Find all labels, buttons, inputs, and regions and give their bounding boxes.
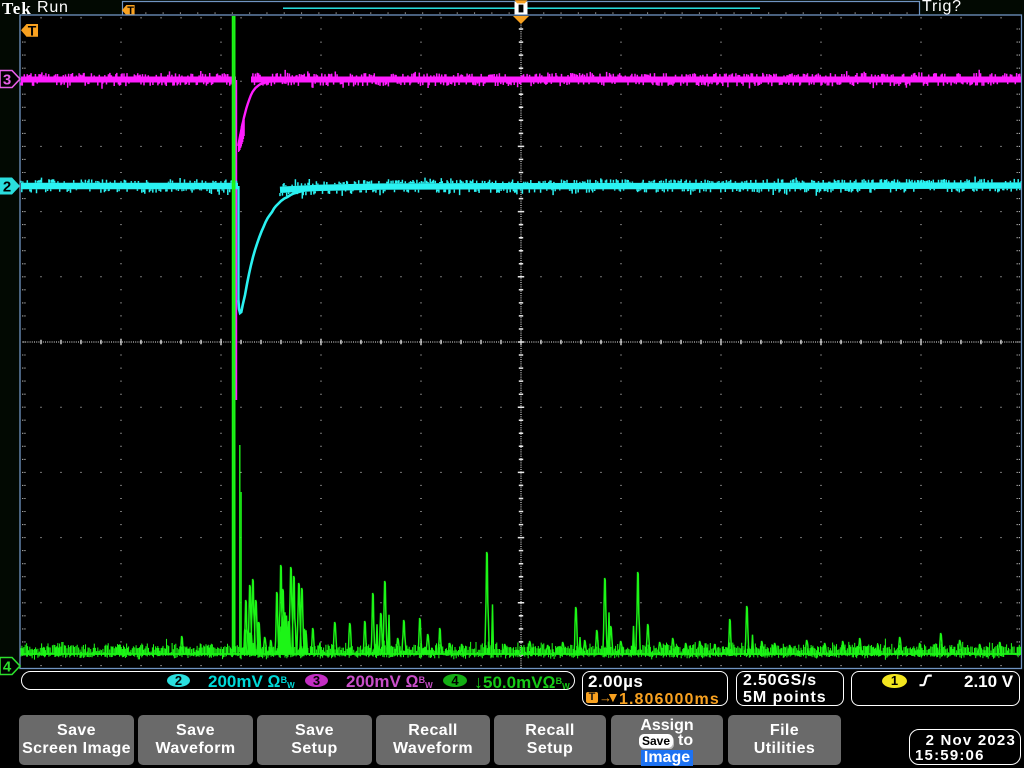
svg-text:2: 2 [3, 179, 11, 196]
svg-text:T: T [28, 22, 37, 38]
svg-text:3: 3 [3, 72, 11, 89]
svg-text:4: 4 [3, 659, 12, 676]
